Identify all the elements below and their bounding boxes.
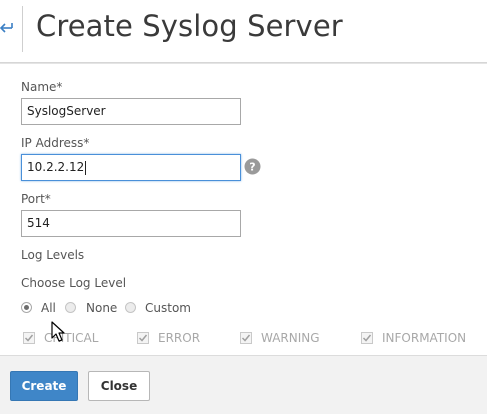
page-title: Create Syslog Server [36, 9, 343, 43]
error-label: ERROR [158, 331, 201, 345]
warning-checkbox[interactable] [240, 332, 252, 344]
warning-label: WARNING [261, 331, 320, 345]
mouse-pointer-icon [51, 321, 65, 342]
radio-none-label[interactable]: None [86, 301, 117, 315]
information-label: INFORMATION [382, 331, 467, 345]
log-levels-heading: Log Levels [21, 248, 85, 262]
information-checkbox[interactable] [361, 332, 373, 344]
radio-custom[interactable] [125, 302, 136, 313]
error-checkbox[interactable] [137, 332, 149, 344]
page-header: Create Syslog Server [0, 0, 487, 63]
name-input[interactable]: SyslogServer [21, 98, 241, 125]
port-label: Port* [21, 192, 51, 206]
ip-address-label: IP Address* [21, 136, 90, 150]
ip-address-input[interactable]: 10.2.2.12 [21, 154, 241, 181]
port-input[interactable]: 514 [21, 210, 241, 237]
header-divider [22, 6, 23, 52]
svg-text:?: ? [249, 161, 255, 174]
create-button[interactable]: Create [10, 371, 78, 401]
radio-all[interactable] [21, 302, 32, 313]
radio-none[interactable] [65, 302, 76, 313]
critical-checkbox[interactable] [23, 332, 35, 344]
choose-log-level-label: Choose Log Level [21, 276, 127, 290]
close-button[interactable]: Close [88, 371, 150, 401]
name-label: Name* [21, 80, 63, 94]
radio-all-label[interactable]: All [41, 301, 56, 315]
help-icon[interactable]: ? [244, 158, 261, 175]
back-arrow-icon[interactable] [0, 20, 14, 36]
radio-custom-label[interactable]: Custom [145, 301, 191, 315]
text-caret [85, 160, 87, 175]
footer-bar: Create Close [0, 355, 487, 414]
ip-address-value: 10.2.2.12 [27, 160, 85, 174]
